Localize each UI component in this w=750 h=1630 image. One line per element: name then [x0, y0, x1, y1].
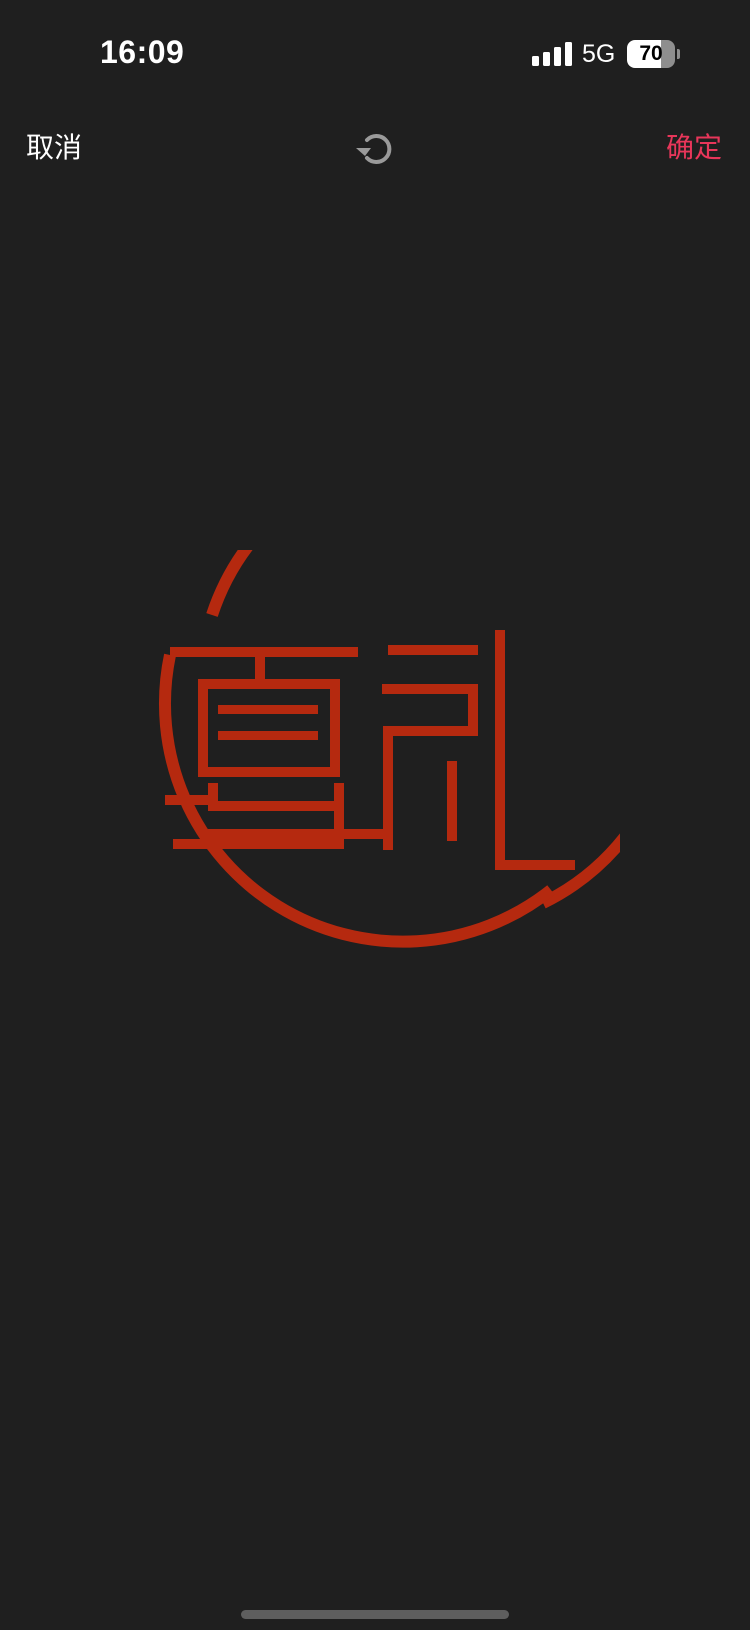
cancel-button[interactable]: 取消	[26, 126, 82, 166]
rotate-ccw-icon[interactable]	[353, 126, 397, 170]
confirm-button[interactable]: 确定	[666, 126, 722, 166]
editor-toolbar: 取消 确定	[0, 112, 750, 184]
status-time: 16:09	[100, 34, 185, 70]
battery-icon: 70	[627, 40, 680, 68]
network-type: 5G	[582, 40, 616, 68]
photo-edit-screen: 16:09 5G 70 取消 确定	[0, 0, 750, 1630]
signal-strength-icon	[532, 42, 572, 66]
battery-level: 70	[639, 42, 663, 65]
status-bar: 16:09 5G 70	[0, 0, 750, 110]
seal-image	[158, 550, 620, 948]
home-indicator[interactable]	[241, 1610, 509, 1619]
